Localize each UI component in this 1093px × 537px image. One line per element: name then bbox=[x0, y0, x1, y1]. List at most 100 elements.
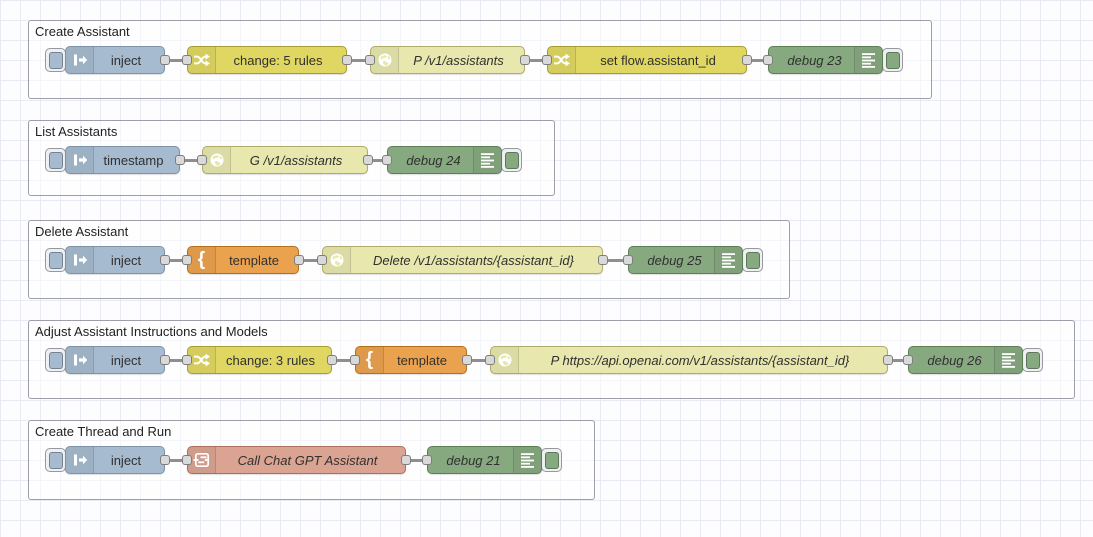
subflow-icon bbox=[188, 447, 216, 473]
node-inject[interactable]: inject bbox=[65, 346, 165, 374]
node-inject[interactable]: inject bbox=[65, 246, 165, 274]
output-port[interactable] bbox=[598, 255, 608, 265]
inject-arrow-icon bbox=[66, 347, 94, 373]
node-template[interactable]: {template bbox=[355, 346, 467, 374]
inject-button[interactable] bbox=[45, 348, 66, 372]
output-port[interactable] bbox=[294, 255, 304, 265]
node-debug-26[interactable]: debug 26 bbox=[908, 346, 1023, 374]
node-label: inject bbox=[110, 252, 142, 268]
node-label: debug 24 bbox=[406, 152, 461, 168]
node-change-5-rules[interactable]: change: 5 rules bbox=[187, 46, 347, 74]
input-port[interactable] bbox=[422, 455, 432, 465]
node-label: G /v1/assistants bbox=[249, 152, 343, 168]
debug-toggle-button[interactable] bbox=[541, 448, 562, 472]
node-call-chat-gpt-assistant[interactable]: Call Chat GPT Assistant bbox=[187, 446, 406, 474]
output-port[interactable] bbox=[160, 455, 170, 465]
input-port[interactable] bbox=[182, 355, 192, 365]
button-inner bbox=[745, 251, 760, 269]
node-delete-v1-assistants-assistant-id[interactable]: Delete /v1/assistants/{assistant_id} bbox=[322, 246, 603, 274]
input-port[interactable] bbox=[182, 255, 192, 265]
input-port[interactable] bbox=[350, 355, 360, 365]
group-title: Adjust Assistant Instructions and Models bbox=[35, 324, 268, 339]
node-label: timestamp bbox=[103, 152, 164, 168]
output-port[interactable] bbox=[160, 355, 170, 365]
output-port[interactable] bbox=[342, 55, 352, 65]
node-debug-25[interactable]: debug 25 bbox=[628, 246, 743, 274]
node-label: debug 26 bbox=[927, 352, 982, 368]
output-port[interactable] bbox=[363, 155, 373, 165]
globe-icon bbox=[371, 47, 399, 73]
debug-list-icon bbox=[714, 247, 742, 273]
input-port[interactable] bbox=[365, 55, 375, 65]
node-template[interactable]: { template bbox=[187, 246, 299, 274]
node-label: template bbox=[229, 252, 279, 268]
input-port[interactable] bbox=[317, 255, 327, 265]
debug-toggle-button[interactable] bbox=[882, 48, 903, 72]
group-title: Create Assistant bbox=[35, 24, 130, 39]
curly-brace-icon: { bbox=[188, 247, 216, 273]
output-port[interactable] bbox=[327, 355, 337, 365]
output-port[interactable] bbox=[160, 55, 170, 65]
node-p-https-api-openai-com-v1-assistants-assistant-id[interactable]: P https://api.openai.com/v1/assistants/{… bbox=[490, 346, 888, 374]
input-port[interactable] bbox=[542, 55, 552, 65]
inject-button[interactable] bbox=[45, 148, 66, 172]
node-label: change: 5 rules bbox=[233, 52, 323, 68]
node-p-v1-assistants[interactable]: P /v1/assistants bbox=[370, 46, 525, 74]
shuffle-icon bbox=[548, 47, 576, 73]
node-inject[interactable]: inject bbox=[65, 46, 165, 74]
shuffle-icon bbox=[188, 47, 216, 73]
debug-toggle-button[interactable] bbox=[742, 248, 763, 272]
inject-button[interactable] bbox=[45, 48, 66, 72]
group-title: List Assistants bbox=[35, 124, 118, 139]
output-port[interactable] bbox=[175, 155, 185, 165]
node-label: P /v1/assistants bbox=[413, 52, 504, 68]
output-port[interactable] bbox=[160, 255, 170, 265]
output-port[interactable] bbox=[462, 355, 472, 365]
debug-list-icon bbox=[513, 447, 541, 473]
button-inner bbox=[1025, 351, 1040, 369]
node-label: debug 25 bbox=[647, 252, 702, 268]
node-label: debug 23 bbox=[787, 52, 842, 68]
node-timestamp[interactable]: timestamp bbox=[65, 146, 180, 174]
node-debug-23[interactable]: debug 23 bbox=[768, 46, 883, 74]
node-label: change: 3 rules bbox=[226, 352, 315, 368]
node-debug-21[interactable]: debug 21 bbox=[427, 446, 542, 474]
output-port[interactable] bbox=[883, 355, 893, 365]
input-port[interactable] bbox=[197, 155, 207, 165]
output-port[interactable] bbox=[742, 55, 752, 65]
debug-toggle-button[interactable] bbox=[1022, 348, 1043, 372]
node-label: inject bbox=[110, 52, 142, 68]
node-debug-24[interactable]: debug 24 bbox=[387, 146, 502, 174]
input-port[interactable] bbox=[182, 55, 192, 65]
node-label: template bbox=[397, 352, 447, 368]
node-inject[interactable]: inject bbox=[65, 446, 165, 474]
button-inner bbox=[544, 451, 559, 469]
button-inner bbox=[48, 151, 63, 169]
inject-arrow-icon bbox=[66, 247, 94, 273]
output-port[interactable] bbox=[401, 455, 411, 465]
node-change-3-rules[interactable]: change: 3 rules bbox=[187, 346, 332, 374]
inject-arrow-icon bbox=[66, 147, 94, 173]
node-label: inject bbox=[110, 452, 142, 468]
debug-toggle-button[interactable] bbox=[501, 148, 522, 172]
input-port[interactable] bbox=[623, 255, 633, 265]
group-title: Create Thread and Run bbox=[35, 424, 172, 439]
node-g-v1-assistants[interactable]: G /v1/assistants bbox=[202, 146, 368, 174]
inject-arrow-icon bbox=[66, 447, 94, 473]
input-port[interactable] bbox=[903, 355, 913, 365]
globe-icon bbox=[491, 347, 519, 373]
node-set-flow-assistant-id[interactable]: set flow.assistant_id bbox=[547, 46, 747, 74]
input-port[interactable] bbox=[182, 455, 192, 465]
input-port[interactable] bbox=[382, 155, 392, 165]
debug-list-icon bbox=[473, 147, 501, 173]
input-port[interactable] bbox=[485, 355, 495, 365]
button-inner bbox=[48, 251, 63, 269]
node-label: set flow.assistant_id bbox=[600, 52, 716, 68]
inject-button[interactable] bbox=[45, 448, 66, 472]
input-port[interactable] bbox=[763, 55, 773, 65]
inject-button[interactable] bbox=[45, 248, 66, 272]
output-port[interactable] bbox=[520, 55, 530, 65]
debug-list-icon bbox=[994, 347, 1022, 373]
flow-canvas[interactable]: Create Assistant inject change: 5 rules … bbox=[0, 0, 1093, 537]
shuffle-icon bbox=[188, 347, 216, 373]
